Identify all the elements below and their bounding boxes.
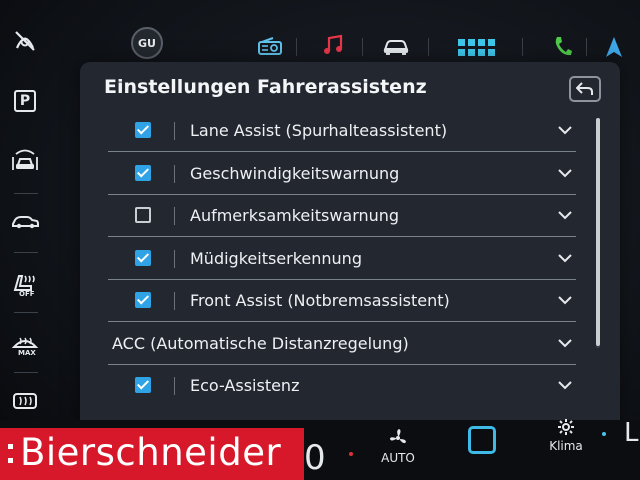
row-separator-bar <box>174 164 175 183</box>
checkbox[interactable] <box>135 249 151 266</box>
parking-label: P <box>14 90 36 112</box>
chevron-down-icon[interactable] <box>558 163 572 182</box>
setting-label: Lane Assist (Spurhalteassistent) <box>190 121 448 140</box>
left-rail: P OFF MAX <box>0 20 60 420</box>
setting-label: Eco-Assistenz <box>190 376 300 395</box>
row-separator-bar <box>174 122 175 140</box>
temperature-partial: 0 <box>304 438 326 478</box>
fan-auto-label: AUTO <box>381 451 415 465</box>
fan-icon <box>390 429 406 444</box>
settings-row[interactable]: Geschwindigkeitswarnung <box>108 153 576 195</box>
fan-auto-button[interactable]: AUTO <box>378 428 418 465</box>
climate-label: Klima <box>549 439 583 453</box>
top-separator <box>362 38 363 56</box>
seat-heat-off-icon[interactable]: OFF <box>10 268 40 298</box>
seat-heat-off-label: OFF <box>19 290 35 298</box>
dealer-name: Bierschneider <box>20 431 282 474</box>
car-icon[interactable] <box>382 38 410 60</box>
chevron-down-icon[interactable] <box>558 120 572 139</box>
checkbox[interactable] <box>135 292 151 308</box>
watermark-dots <box>8 444 13 472</box>
setting-label: Aufmerksamkeitswarnung <box>190 206 400 225</box>
partial-letter: L <box>624 418 639 448</box>
apps-grid-icon[interactable] <box>458 39 498 61</box>
setting-label: ACC (Automatische Distanzregelung) <box>112 333 409 353</box>
driver-assist-settings-panel: Einstellungen Fahrerassistenz Lane Assis… <box>80 62 620 432</box>
row-separator-bar <box>174 292 175 310</box>
top-separator <box>296 38 297 56</box>
chevron-down-icon[interactable] <box>558 333 572 352</box>
chevron-down-icon[interactable] <box>558 248 572 267</box>
checkbox[interactable] <box>135 377 151 393</box>
back-arrow-icon <box>576 82 593 95</box>
checkbox[interactable] <box>135 164 151 181</box>
infotainment-screen: GU P OFF MAX Einstellungen Fahrerassiste… <box>0 0 640 480</box>
top-separator <box>522 38 523 56</box>
defrost-max-label: MAX <box>18 349 36 357</box>
settings-row[interactable]: Lane Assist (Spurhalteassistent) <box>108 110 576 152</box>
settings-row[interactable]: Aufmerksamkeitswarnung <box>108 195 576 237</box>
music-icon[interactable] <box>322 34 344 60</box>
checkbox[interactable] <box>135 122 151 138</box>
rail-separator <box>14 193 38 194</box>
setting-label: Front Assist (Notbremsassistent) <box>190 291 450 310</box>
back-button[interactable] <box>569 76 601 102</box>
checkbox[interactable] <box>135 207 151 223</box>
rear-view-button[interactable] <box>468 426 496 454</box>
climate-button[interactable]: Klima <box>546 418 586 453</box>
cyan-indicator-dot <box>602 432 606 436</box>
chevron-down-icon[interactable] <box>558 205 572 224</box>
parking-icon[interactable]: P <box>10 86 40 116</box>
navigation-icon[interactable] <box>605 36 623 62</box>
car-side-icon[interactable] <box>10 206 40 236</box>
setting-label: Müdigkeitserkennung <box>190 248 362 268</box>
top-bar: GU <box>0 0 640 62</box>
driver-assist-icon[interactable] <box>10 146 40 176</box>
top-separator <box>586 38 587 56</box>
assist-off-icon[interactable] <box>10 26 40 56</box>
rail-separator <box>14 312 38 313</box>
settings-row[interactable]: Front Assist (Notbremsassistent) <box>108 280 576 322</box>
rail-separator <box>14 372 38 373</box>
row-separator-bar <box>174 249 175 268</box>
scrollbar-thumb[interactable] <box>596 118 600 346</box>
radio-icon[interactable] <box>258 37 282 59</box>
chevron-down-icon[interactable] <box>558 375 572 394</box>
row-separator-bar <box>174 377 175 395</box>
red-indicator-dot <box>349 452 353 456</box>
rear-defrost-icon[interactable] <box>10 386 40 416</box>
settings-row[interactable]: Eco-Assistenz <box>108 365 576 407</box>
page-title: Einstellungen Fahrerassistenz <box>104 76 427 98</box>
settings-row[interactable]: Müdigkeitserkennung <box>108 238 576 280</box>
rail-separator <box>14 252 38 253</box>
profile-badge[interactable]: GU <box>131 27 163 59</box>
phone-icon[interactable] <box>553 35 573 61</box>
gear-icon <box>558 419 574 435</box>
settings-row[interactable]: ACC (Automatische Distanzregelung) <box>108 323 576 365</box>
windshield-defrost-max-icon[interactable]: MAX <box>10 328 40 358</box>
row-separator-bar <box>174 207 175 225</box>
dealer-watermark: Bierschneider <box>0 428 304 480</box>
setting-label: Geschwindigkeitswarnung <box>190 163 400 183</box>
top-separator <box>428 38 429 56</box>
chevron-down-icon[interactable] <box>558 290 572 309</box>
